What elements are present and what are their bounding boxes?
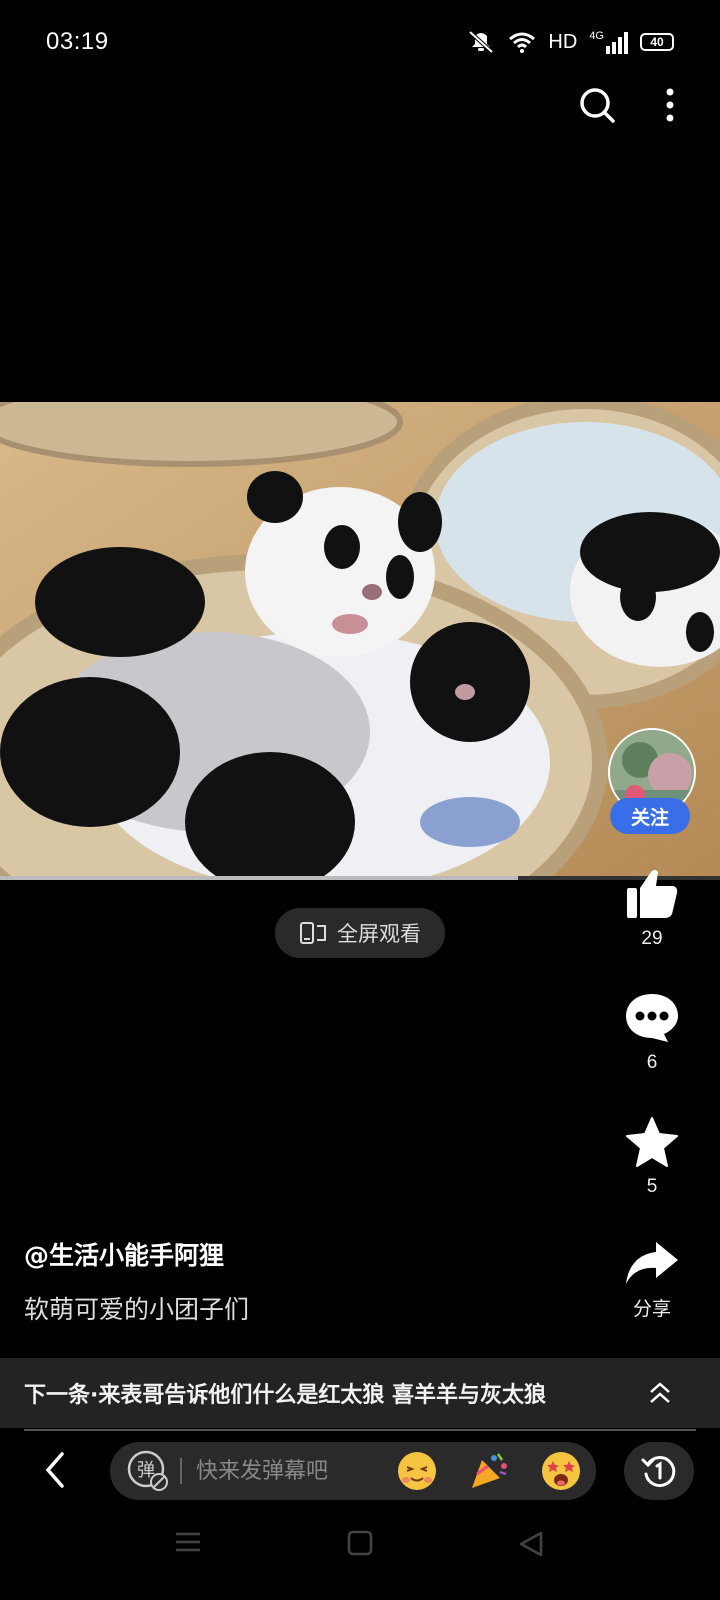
- video-progress-fill: [0, 876, 519, 880]
- replay-button[interactable]: [624, 1442, 694, 1500]
- more-icon: [666, 88, 674, 122]
- like-button[interactable]: 29: [602, 868, 702, 950]
- fullscreen-button[interactable]: 全屏观看: [275, 908, 445, 958]
- more-button[interactable]: [660, 82, 680, 128]
- emoji-hug-icon[interactable]: [396, 1450, 438, 1492]
- nav-menu-button[interactable]: [175, 1530, 201, 1558]
- follow-button[interactable]: 关注: [610, 798, 690, 834]
- post-caption: 软萌可爱的小团子们: [24, 1295, 250, 1324]
- share-icon: [626, 1242, 678, 1284]
- favorite-count: 5: [646, 1176, 658, 1197]
- fullscreen-icon: [300, 922, 326, 944]
- danmaku-toggle-icon[interactable]: 弹: [126, 1449, 170, 1493]
- next-video-bar[interactable]: 下一条·来表哥告诉他们什么是红太狼 喜羊羊与灰太狼: [0, 1358, 720, 1428]
- top-actions: [574, 82, 680, 128]
- emoji-party-icon[interactable]: [468, 1450, 510, 1492]
- battery-indicator: 40: [640, 33, 674, 51]
- nav-back-button[interactable]: [518, 1530, 544, 1562]
- bottom-bar: 弹: [0, 1440, 720, 1502]
- comment-count: 6: [646, 1052, 658, 1073]
- nav-home-button[interactable]: [347, 1530, 373, 1560]
- author-name[interactable]: @生活小能手阿狸: [24, 1236, 224, 1272]
- share-button[interactable]: 分享: [602, 1240, 702, 1321]
- signal-label: 4G: [589, 29, 604, 42]
- chevron-up-icon: [650, 1382, 670, 1403]
- replay-icon: [641, 1456, 676, 1488]
- share-label: 分享: [632, 1299, 671, 1320]
- favorite-button[interactable]: 5: [602, 1116, 702, 1198]
- back-button[interactable]: [40, 1448, 70, 1496]
- fullscreen-label: 全屏观看: [337, 922, 421, 946]
- next-video-text: 下一条·来表哥告诉他们什么是红太狼 喜羊羊与灰太狼: [24, 1383, 547, 1408]
- status-bar: 03:19 HD 4G 40: [0, 0, 720, 90]
- menu-icon: [176, 1532, 200, 1552]
- search-icon: [580, 88, 615, 123]
- nav-back-icon: [519, 1531, 543, 1557]
- emoji-starstruck-icon[interactable]: [540, 1450, 582, 1492]
- status-time: 03:19: [46, 28, 109, 55]
- divider: [24, 1429, 696, 1431]
- wifi-icon: [509, 32, 536, 53]
- search-button[interactable]: [574, 82, 620, 128]
- danmaku-input[interactable]: [196, 1458, 366, 1484]
- comment-button[interactable]: 6: [602, 992, 702, 1074]
- star-icon: [626, 1117, 678, 1167]
- status-icons: HD 4G 40: [466, 30, 674, 54]
- signal-icon: [606, 31, 628, 54]
- comment-icon: [626, 994, 678, 1042]
- network-label: HD: [548, 30, 578, 53]
- back-icon: [45, 1452, 64, 1488]
- home-icon: [347, 1530, 373, 1556]
- signal-indicator: 4G: [589, 29, 628, 54]
- danmaku-separator: [180, 1458, 182, 1484]
- system-nav-bar: [0, 1530, 720, 1580]
- danmaku-bar: 弹: [110, 1442, 596, 1500]
- mute-icon: [469, 30, 494, 54]
- like-count: 29: [641, 928, 663, 949]
- author-avatar-block: 关注: [608, 728, 696, 834]
- like-icon: [627, 870, 678, 918]
- side-actions: 关注 29 6 5 分享: [602, 728, 702, 1320]
